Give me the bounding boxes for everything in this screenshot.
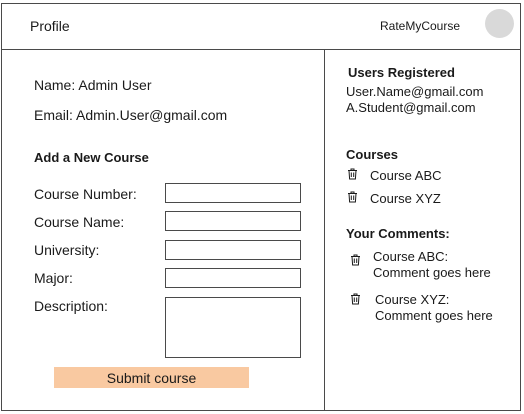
comment-course: Course XYZ: <box>375 292 450 307</box>
profile-name: Name: Admin User <box>34 77 152 93</box>
course-number-input[interactable] <box>165 183 301 203</box>
user-email-item: User.Name@gmail.com <box>346 84 484 99</box>
trash-icon[interactable] <box>347 168 358 180</box>
brand-link[interactable]: RateMyCourse <box>380 19 460 33</box>
course-number-label: Course Number: <box>34 186 137 202</box>
trash-icon[interactable] <box>350 254 361 266</box>
university-label: University: <box>34 242 100 258</box>
user-email-item: A.Student@gmail.com <box>346 100 476 115</box>
comment-course: Course ABC: <box>373 249 449 264</box>
description-input[interactable] <box>165 297 301 358</box>
your-comments-title: Your Comments: <box>346 226 450 241</box>
submit-course-button[interactable]: Submit course <box>54 367 249 388</box>
page-title: Profile <box>30 18 70 34</box>
major-input[interactable] <box>165 268 301 288</box>
column-divider <box>324 49 325 410</box>
add-course-title: Add a New Course <box>34 150 149 165</box>
avatar[interactable] <box>485 9 514 38</box>
comment-item: Course ABC: Comment goes here <box>373 249 491 281</box>
course-item[interactable]: Course ABC <box>370 168 442 183</box>
header-bar: Profile RateMyCourse <box>2 4 520 50</box>
profile-email: Email: Admin.User@gmail.com <box>34 107 228 123</box>
comment-item: Course XYZ: Comment goes here <box>375 292 493 324</box>
app-frame: Profile RateMyCourse Name: Admin User Em… <box>1 3 521 411</box>
trash-icon[interactable] <box>347 191 358 203</box>
course-name-label: Course Name: <box>34 214 125 230</box>
comment-text: Comment goes here <box>373 265 491 280</box>
university-input[interactable] <box>165 240 301 260</box>
courses-title: Courses <box>346 147 399 162</box>
trash-icon[interactable] <box>350 293 361 305</box>
course-item[interactable]: Course XYZ <box>370 191 441 206</box>
major-label: Major: <box>34 270 73 286</box>
users-registered-title: Users Registered <box>348 65 455 80</box>
course-name-input[interactable] <box>165 211 301 231</box>
description-label: Description: <box>34 298 108 314</box>
comment-text: Comment goes here <box>375 308 493 323</box>
